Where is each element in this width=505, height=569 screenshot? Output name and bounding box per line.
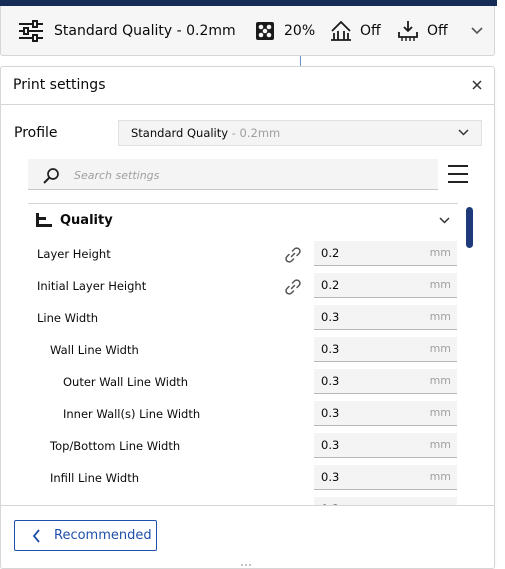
- setting-unit: mm: [429, 374, 451, 387]
- recommended-button[interactable]: Recommended: [14, 520, 157, 551]
- setting-row: Initial Layer Height 0.2 mm: [28, 271, 468, 303]
- strip-notch: [497, 0, 505, 6]
- setting-unit: mm: [429, 470, 451, 483]
- setting-label: Top/Bottom Line Width: [50, 439, 181, 453]
- setting-unit: mm: [429, 246, 451, 259]
- recommended-label: Recommended: [54, 528, 152, 543]
- header-divider: [1, 104, 494, 105]
- setting-value: 0.3: [321, 438, 340, 452]
- setting-value: 0.3: [321, 374, 340, 388]
- chevron-down-icon: [458, 129, 469, 136]
- setting-value: 0.3: [321, 406, 340, 420]
- search-input[interactable]: [72, 164, 416, 186]
- section-header-quality[interactable]: Quality: [28, 206, 458, 236]
- profile-sub: - 0.2mm: [228, 126, 281, 140]
- setting-value: 0.2: [321, 246, 340, 260]
- setting-row: Inner Wall(s) Line Width 0.3 mm: [28, 399, 468, 431]
- support-value: Off: [360, 23, 381, 39]
- link-icon[interactable]: [284, 278, 302, 296]
- setting-value-field[interactable]: 0.2 mm: [314, 241, 457, 266]
- adhesion-icon: [398, 21, 418, 41]
- setting-unit: mm: [429, 310, 451, 323]
- setting-row: Line Width 0.3 mm: [28, 303, 468, 335]
- support-indicator[interactable]: Off: [330, 6, 381, 56]
- chevron-down-icon: [439, 217, 450, 224]
- setting-value-field[interactable]: 0.3 mm: [314, 337, 457, 362]
- print-settings-panel: Print settings Profile Standard Quality …: [0, 66, 495, 569]
- setting-unit: mm: [429, 278, 451, 291]
- quality-layers-icon: [36, 213, 52, 227]
- settings-sliders-icon: [19, 20, 43, 42]
- setting-label: Infill Line Width: [50, 471, 140, 485]
- setting-value-field[interactable]: 0.3 mm: [314, 305, 457, 330]
- setting-row: Wall Line Width 0.3 mm: [28, 335, 468, 367]
- setting-label: Layer Height: [37, 247, 111, 261]
- infill-value: 20%: [284, 23, 316, 39]
- infill-pattern-icon: [256, 22, 274, 40]
- setting-value: 0.2: [321, 278, 340, 292]
- setting-label: Line Width: [37, 311, 99, 325]
- section-title: Quality: [60, 213, 113, 228]
- support-icon: [331, 20, 351, 41]
- resize-grip[interactable]: [241, 564, 255, 567]
- profile-name: Standard Quality: [131, 126, 229, 140]
- setting-value-field[interactable]: 0.3mm: [314, 497, 457, 505]
- close-icon[interactable]: [471, 79, 483, 91]
- panel-connector: [300, 56, 301, 66]
- settings-list: Layer Height 0.2 mm Initial Layer Height 0.2…: [28, 237, 468, 505]
- setting-unit: mm: [429, 438, 451, 451]
- setting-label: Inner Wall(s) Line Width: [63, 407, 201, 421]
- search-icon: [43, 168, 59, 184]
- print-setup-bar[interactable]: Standard Quality - 0.2mm 20% Off Off: [0, 6, 495, 56]
- profile-summary-button[interactable]: Standard Quality - 0.2mm: [17, 6, 236, 56]
- setting-unit: mm: [429, 406, 451, 419]
- setting-value-field[interactable]: 0.3 mm: [314, 433, 457, 458]
- setting-value-field[interactable]: 0.3 mm: [314, 401, 457, 426]
- setting-label: Wall Line Width: [50, 343, 139, 357]
- setting-value: 0.3: [321, 310, 340, 324]
- chevron-down-icon: [471, 27, 483, 35]
- setting-row: Top/Bottom Line Width 0.3 mm: [28, 431, 468, 463]
- setting-row: Outer Wall Line Width 0.3 mm: [28, 367, 468, 399]
- profile-summary-text: Standard Quality - 0.2mm: [54, 23, 236, 39]
- setting-value-field[interactable]: 0.2 mm: [314, 273, 457, 298]
- setting-value: 0.3: [321, 470, 340, 484]
- profile-label: Profile: [14, 125, 58, 141]
- setting-value-field[interactable]: 0.3 mm: [314, 369, 457, 394]
- footer-divider: [1, 505, 494, 506]
- adhesion-value: Off: [427, 23, 448, 39]
- setting-row: Infill Line Width 0.3 mm: [28, 463, 468, 495]
- setting-label: Outer Wall Line Width: [63, 375, 189, 389]
- chevron-left-icon: [32, 529, 40, 543]
- adhesion-indicator[interactable]: Off: [397, 6, 448, 56]
- expand-toggle[interactable]: [471, 6, 483, 56]
- setting-unit: mm: [429, 342, 451, 355]
- setting-value: 0.3: [321, 342, 340, 356]
- setting-value-field[interactable]: 0.3 mm: [314, 465, 457, 490]
- profile-dropdown[interactable]: Standard Quality - 0.2mm: [118, 120, 482, 146]
- setting-label: Initial Layer Height: [37, 279, 147, 293]
- link-icon[interactable]: [284, 246, 302, 264]
- menu-icon[interactable]: [447, 164, 469, 184]
- panel-title: Print settings: [13, 77, 106, 93]
- section-divider: [28, 203, 458, 204]
- setting-row: Skirt/Brim Line Width0.3mm: [28, 495, 468, 505]
- setting-row: Layer Height 0.2 mm: [28, 239, 468, 271]
- search-box[interactable]: [28, 159, 438, 190]
- infill-indicator[interactable]: 20%: [255, 6, 315, 56]
